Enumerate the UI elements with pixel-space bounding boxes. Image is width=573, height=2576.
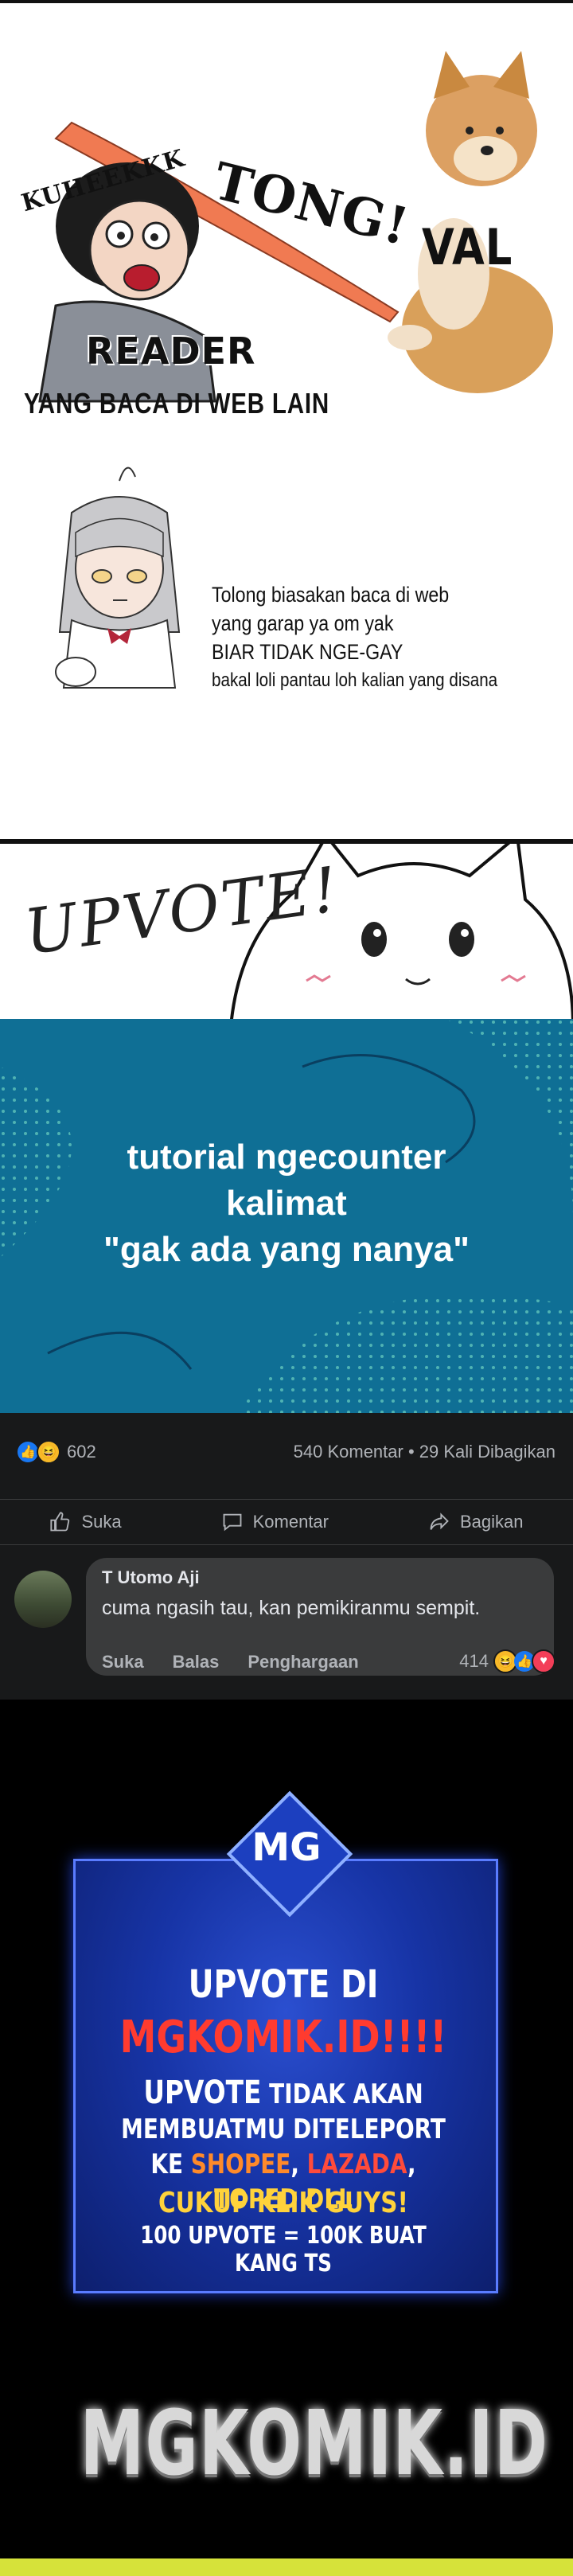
loli-panel: Tolong biasakan baca di web yang garap y… [0,449,573,839]
like-button[interactable]: Suka [49,1511,122,1533]
comment-like-button[interactable]: Suka [102,1652,144,1672]
banner-line-6: CUKUP KLIK GUYS! [158,2187,408,2219]
tutorial-text: tutorial ngecounter kalimat "gak ada yan… [0,1134,573,1273]
loli-message: Tolong biasakan baca di web yang garap y… [212,580,497,695]
comment-reaction-count: 414 [459,1651,489,1671]
banner-lazada: LAZADA [306,2149,408,2180]
comment-author[interactable]: T Utomo Aji [102,1567,200,1588]
share-button[interactable]: Bagikan [428,1511,524,1533]
reaction-summary[interactable]: 👍 😆 602 [18,1440,96,1464]
tutorial-line: kalimat [226,1184,347,1223]
loli-line: Tolong biasakan baca di web [212,583,450,607]
banner-line-7: 100 UPVOTE = 100K BUAT KANG TS [140,2222,427,2277]
share-arrow-icon [430,1512,449,1530]
banner-shopee: SHOPEE [190,2149,291,2180]
loli-line: BIAR TIDAK NGE-GAY [212,640,403,664]
like-reaction-icon: 👍 [18,1442,38,1462]
comment-button[interactable]: Komentar [221,1511,329,1533]
tutorial-line: "gak ada yang nanya" [103,1230,470,1269]
loli-line: yang garap ya om yak [212,611,394,635]
comment-reactions[interactable]: 414 😆 👍 ♥ [459,1649,555,1673]
comment-reply-button[interactable]: Balas [173,1652,220,1672]
facebook-post: 👍 😆 602 540 Komentar • 29 Kali Dibagikan… [0,1413,573,1700]
tutorial-panel: tutorial ngecounter kalimat "gak ada yan… [0,1019,573,1413]
post-action-bar: Suka Komentar Bagikan [0,1499,573,1545]
bottom-bar [0,2558,573,2576]
comment-label: Komentar [252,1512,329,1532]
comment-award-button[interactable]: Penghargaan [248,1652,358,1672]
comment-text: cuma ngasih tau, kan pemikiranmu sempit. [102,1597,481,1619]
share-label: Bagikan [459,1512,524,1532]
tutorial-line: tutorial ngecounter [127,1138,446,1177]
banner-ke: KE [150,2149,191,2180]
comment-actions: Suka Balas Penghargaan [102,1652,359,1672]
banner-line-3: TIDAK AKAN [261,2078,423,2110]
loli-line: bakal loli pantau loh kalian yang disana [212,669,498,691]
post-stats: 👍 😆 602 540 Komentar • 29 Kali Dibagikan [18,1437,555,1469]
reader-panel: KUHEEKKK TONG! VAL READER YANG BACA DI W… [0,0,573,449]
banner-line-4: MEMBUATMU DITELEPORT [121,2113,446,2145]
upvote-cat-panel: UPVOTE! [0,839,573,1019]
speech-bubble-icon [223,1513,242,1532]
haha-reaction-icon: 😆 [37,1440,60,1464]
reader-caption: YANG BACA DI WEB LAIN [24,387,330,420]
banner-line-2: MGKOMIK.ID!!!! [119,2012,447,2063]
love-reaction-icon: ♥ [532,1649,555,1673]
label-reader: READER [86,330,256,373]
banner-line-1: UPVOTE DI [188,1962,379,2007]
mg-logo-text: MG [251,1825,322,1870]
like-label: Suka [81,1512,122,1532]
comment-share-count[interactable]: 540 Komentar • 29 Kali Dibagikan [294,1442,555,1462]
label-val: VAL [422,218,513,276]
thumbs-up-icon [50,1512,70,1532]
avatar[interactable] [14,1571,72,1628]
mgkomik-footer-logo: MGKOMIK.ID [80,2392,549,2496]
mgkomik-banner-panel: MG UPVOTE DI MGKOMIK.ID!!!! UPVOTE TIDAK… [0,1700,573,2576]
banner-upvote-word: UPVOTE [143,2074,262,2111]
reaction-count: 602 [67,1442,96,1462]
